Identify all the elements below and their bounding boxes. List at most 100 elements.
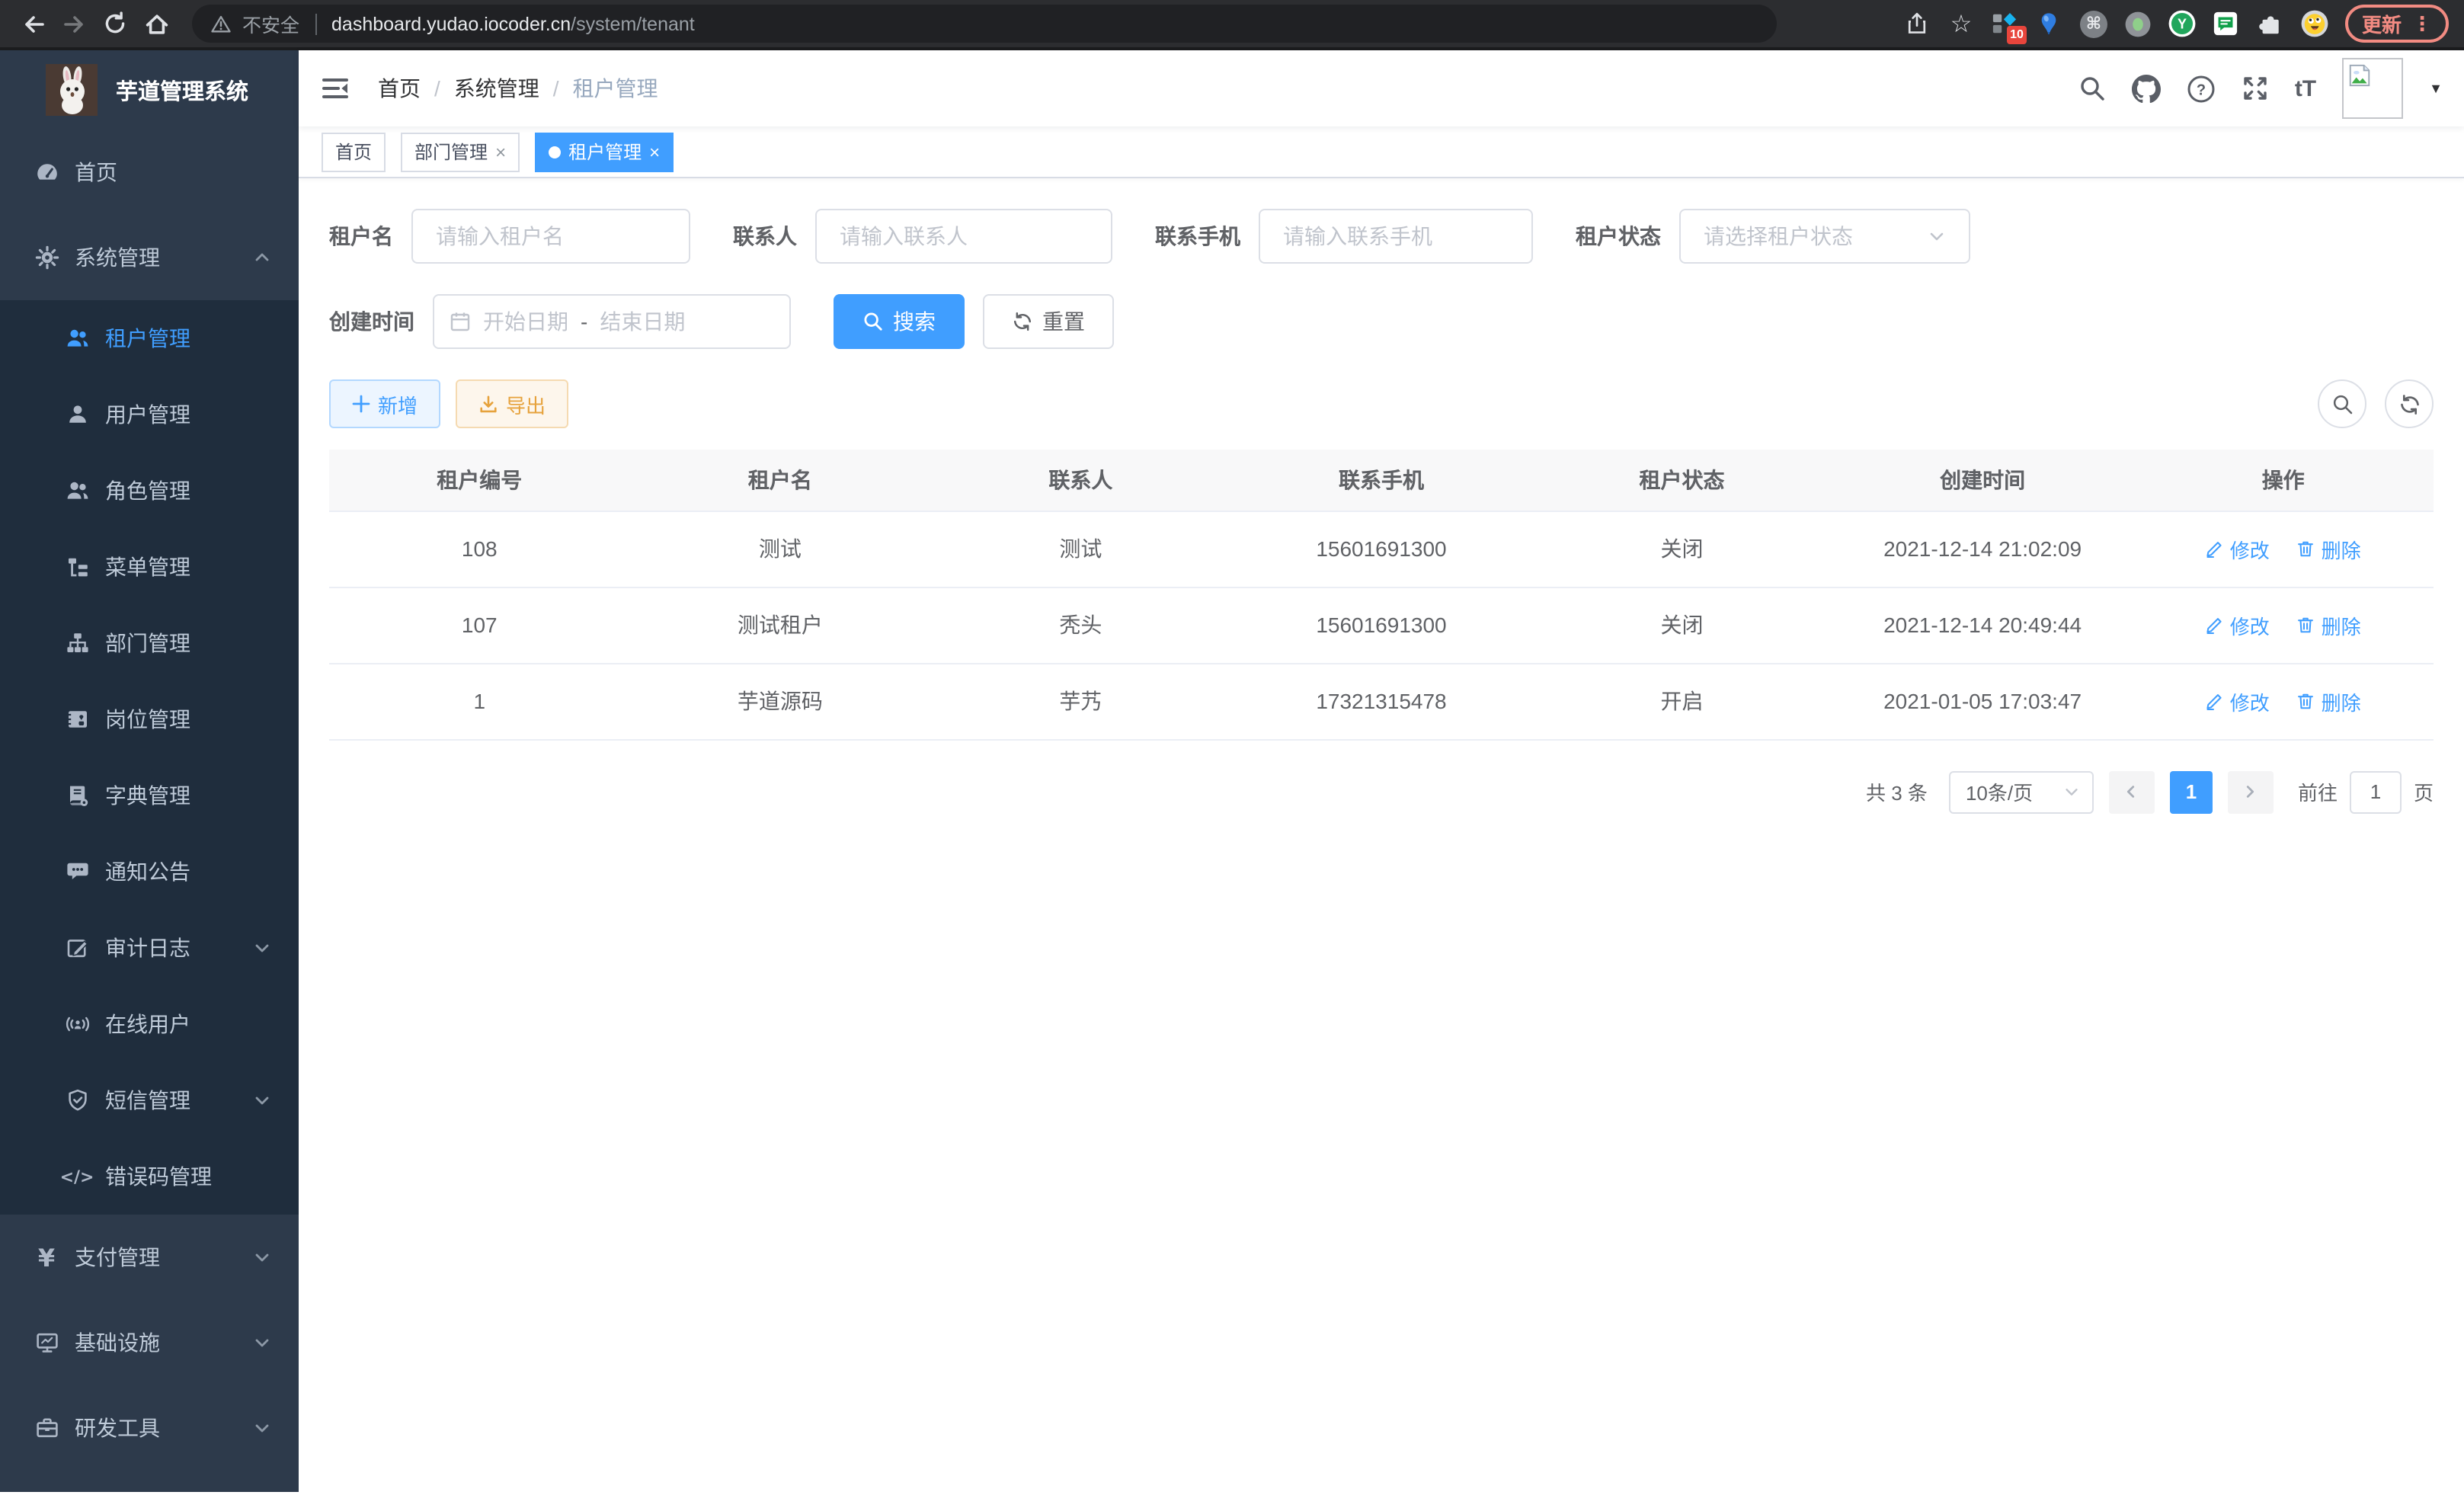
tab-dept[interactable]: 部门管理 ×	[401, 132, 520, 171]
add-button[interactable]: 新增	[329, 379, 440, 428]
tenant-name-input[interactable]: 请输入租户名	[411, 209, 690, 264]
refresh-table-button[interactable]	[2385, 379, 2434, 428]
share-icon	[1905, 11, 1929, 37]
browser-back-button[interactable]	[12, 3, 53, 44]
sidebar-item-notice[interactable]: 通知公告	[0, 834, 299, 910]
sidebar-item-post[interactable]: 岗位管理	[0, 681, 299, 757]
close-icon[interactable]: ×	[495, 142, 506, 161]
delete-link[interactable]: 删除	[2297, 687, 2361, 715]
prev-page-button[interactable]	[2109, 770, 2155, 813]
extension-blocker-icon[interactable]: 10	[1992, 10, 2019, 37]
contact-input[interactable]: 请输入联系人	[815, 209, 1112, 264]
sidebar-item-user[interactable]: 用户管理	[0, 376, 299, 453]
page-size-select[interactable]: 10条/页	[1949, 770, 2094, 813]
sidebar-item-audit-log[interactable]: 审计日志	[0, 910, 299, 986]
extension-recorder-icon[interactable]	[2124, 10, 2152, 37]
dict-book-icon	[64, 783, 90, 808]
export-button[interactable]: 导出	[456, 379, 568, 428]
tab-home[interactable]: 首页	[322, 132, 386, 171]
github-button[interactable]	[2132, 74, 2161, 103]
profile-avatar-button[interactable]	[2301, 10, 2328, 37]
user-avatar[interactable]	[2342, 58, 2403, 119]
cell-created: 2021-12-14 21:02:09	[1832, 511, 2133, 587]
cell-name: 测试	[630, 511, 931, 587]
mobile-input[interactable]: 请输入联系手机	[1259, 209, 1533, 264]
sidebar-item-online-users[interactable]: 在线用户	[0, 986, 299, 1062]
fullscreen-button[interactable]	[2242, 75, 2269, 102]
table-row: 1 芋道源码 芋艿 17321315478 开启 2021-01-05 17:0…	[329, 663, 2434, 739]
sidebar-item-dept[interactable]: 部门管理	[0, 605, 299, 681]
sidebar-item-menu[interactable]: 菜单管理	[0, 529, 299, 605]
browser-forward-button[interactable]	[53, 3, 94, 44]
header-search-button[interactable]	[2078, 75, 2106, 102]
toggle-search-button[interactable]	[2318, 379, 2366, 428]
extension-chat-icon[interactable]	[2213, 10, 2240, 37]
sidebar-item-sms[interactable]: 短信管理	[0, 1062, 299, 1138]
browser-reload-button[interactable]	[94, 3, 136, 44]
placeholder: 请选择租户状态	[1704, 221, 1853, 251]
svg-text:Y: Y	[2178, 17, 2187, 32]
address-bar[interactable]: 不安全 dashboard.yudao.iocoder.cn/system/te…	[192, 5, 1777, 43]
command-glyph: ⌘	[2080, 10, 2107, 37]
sidebar-item-dict[interactable]: 字典管理	[0, 757, 299, 834]
help-button[interactable]: ?	[2187, 74, 2216, 103]
extension-command-icon[interactable]: ⌘	[2080, 10, 2107, 37]
share-button[interactable]	[1903, 10, 1931, 37]
goto-page-input[interactable]: 1	[2350, 770, 2402, 813]
sidebar-collapse-button[interactable]	[320, 72, 354, 105]
sidebar-item-devtools[interactable]: 研发工具	[0, 1385, 299, 1471]
sidebar-item-error-code[interactable]: </> 错误码管理	[0, 1138, 299, 1215]
bookmark-button[interactable]: ☆	[1947, 10, 1975, 37]
cell-name: 测试租户	[630, 587, 931, 663]
refresh-icon	[2398, 392, 2421, 415]
reset-button[interactable]: 重置	[983, 294, 1114, 349]
chevron-down-icon	[253, 1248, 271, 1266]
chrome-update-button[interactable]: 更新 ⋮	[2345, 5, 2449, 43]
breadcrumb-home[interactable]: 首页	[378, 73, 421, 104]
sidebar-item-system[interactable]: 系统管理	[0, 215, 299, 300]
extensions-puzzle-button[interactable]	[2257, 10, 2284, 37]
hamburger-icon	[320, 73, 350, 104]
page-number-1[interactable]: 1	[2170, 770, 2213, 813]
next-page-button[interactable]	[2228, 770, 2274, 813]
trash-icon	[2297, 539, 2315, 558]
edit-link[interactable]: 修改	[2206, 534, 2270, 563]
system-submenu: 租户管理 用户管理 角色管理 菜单管理 部门管理	[0, 300, 299, 1215]
edit-link[interactable]: 修改	[2206, 610, 2270, 639]
tab-tenant-active[interactable]: 租户管理 ×	[535, 132, 674, 171]
avatar-caret-icon[interactable]: ▼	[2429, 81, 2443, 96]
start-date-placeholder: 开始日期	[483, 306, 568, 337]
url-text[interactable]: dashboard.yudao.iocoder.cn/system/tenant	[331, 13, 695, 34]
sidebar-item-label: 岗位管理	[105, 704, 190, 735]
filter-label: 联系人	[733, 221, 797, 251]
user-icon	[64, 402, 90, 427]
sidebar-item-infra[interactable]: 基础设施	[0, 1300, 299, 1385]
extension-kite-icon[interactable]	[2036, 10, 2063, 37]
search-button[interactable]: 搜索	[834, 294, 965, 349]
font-size-button[interactable]: tT	[2295, 75, 2316, 101]
filter-label: 创建时间	[329, 306, 414, 337]
edit-link[interactable]: 修改	[2206, 687, 2270, 715]
status-select[interactable]: 请选择租户状态	[1679, 209, 1970, 264]
browser-home-button[interactable]	[136, 3, 177, 44]
sidebar-item-tenant[interactable]: 租户管理	[0, 300, 299, 376]
security-chip[interactable]: 不安全	[242, 9, 299, 38]
help-icon: ?	[2187, 74, 2216, 103]
sidebar-item-home[interactable]: 首页	[0, 130, 299, 215]
extension-yudao-icon[interactable]: Y	[2168, 10, 2196, 37]
col-tenant-name: 租户名	[630, 450, 931, 511]
sidebar-item-role[interactable]: 角色管理	[0, 453, 299, 529]
delete-link[interactable]: 删除	[2297, 610, 2361, 639]
sidebar-item-label: 基础设施	[75, 1327, 160, 1358]
breadcrumb-system[interactable]: 系统管理	[454, 73, 539, 104]
breadcrumb: 首页 / 系统管理 / 租户管理	[378, 73, 658, 104]
logo-area[interactable]: 芋道管理系统	[0, 50, 299, 130]
breadcrumb-separator: /	[434, 76, 440, 101]
table-row: 107 测试租户 秃头 15601691300 关闭 2021-12-14 20…	[329, 587, 2434, 663]
filter-tenant-name: 租户名 请输入租户名	[329, 209, 690, 264]
sidebar-item-pay[interactable]: ¥ 支付管理	[0, 1215, 299, 1300]
date-range-picker[interactable]: 开始日期 - 结束日期	[433, 294, 791, 349]
delete-link[interactable]: 删除	[2297, 534, 2361, 563]
url-host: dashboard.yudao.iocoder.cn	[331, 13, 571, 34]
close-icon[interactable]: ×	[649, 142, 660, 161]
